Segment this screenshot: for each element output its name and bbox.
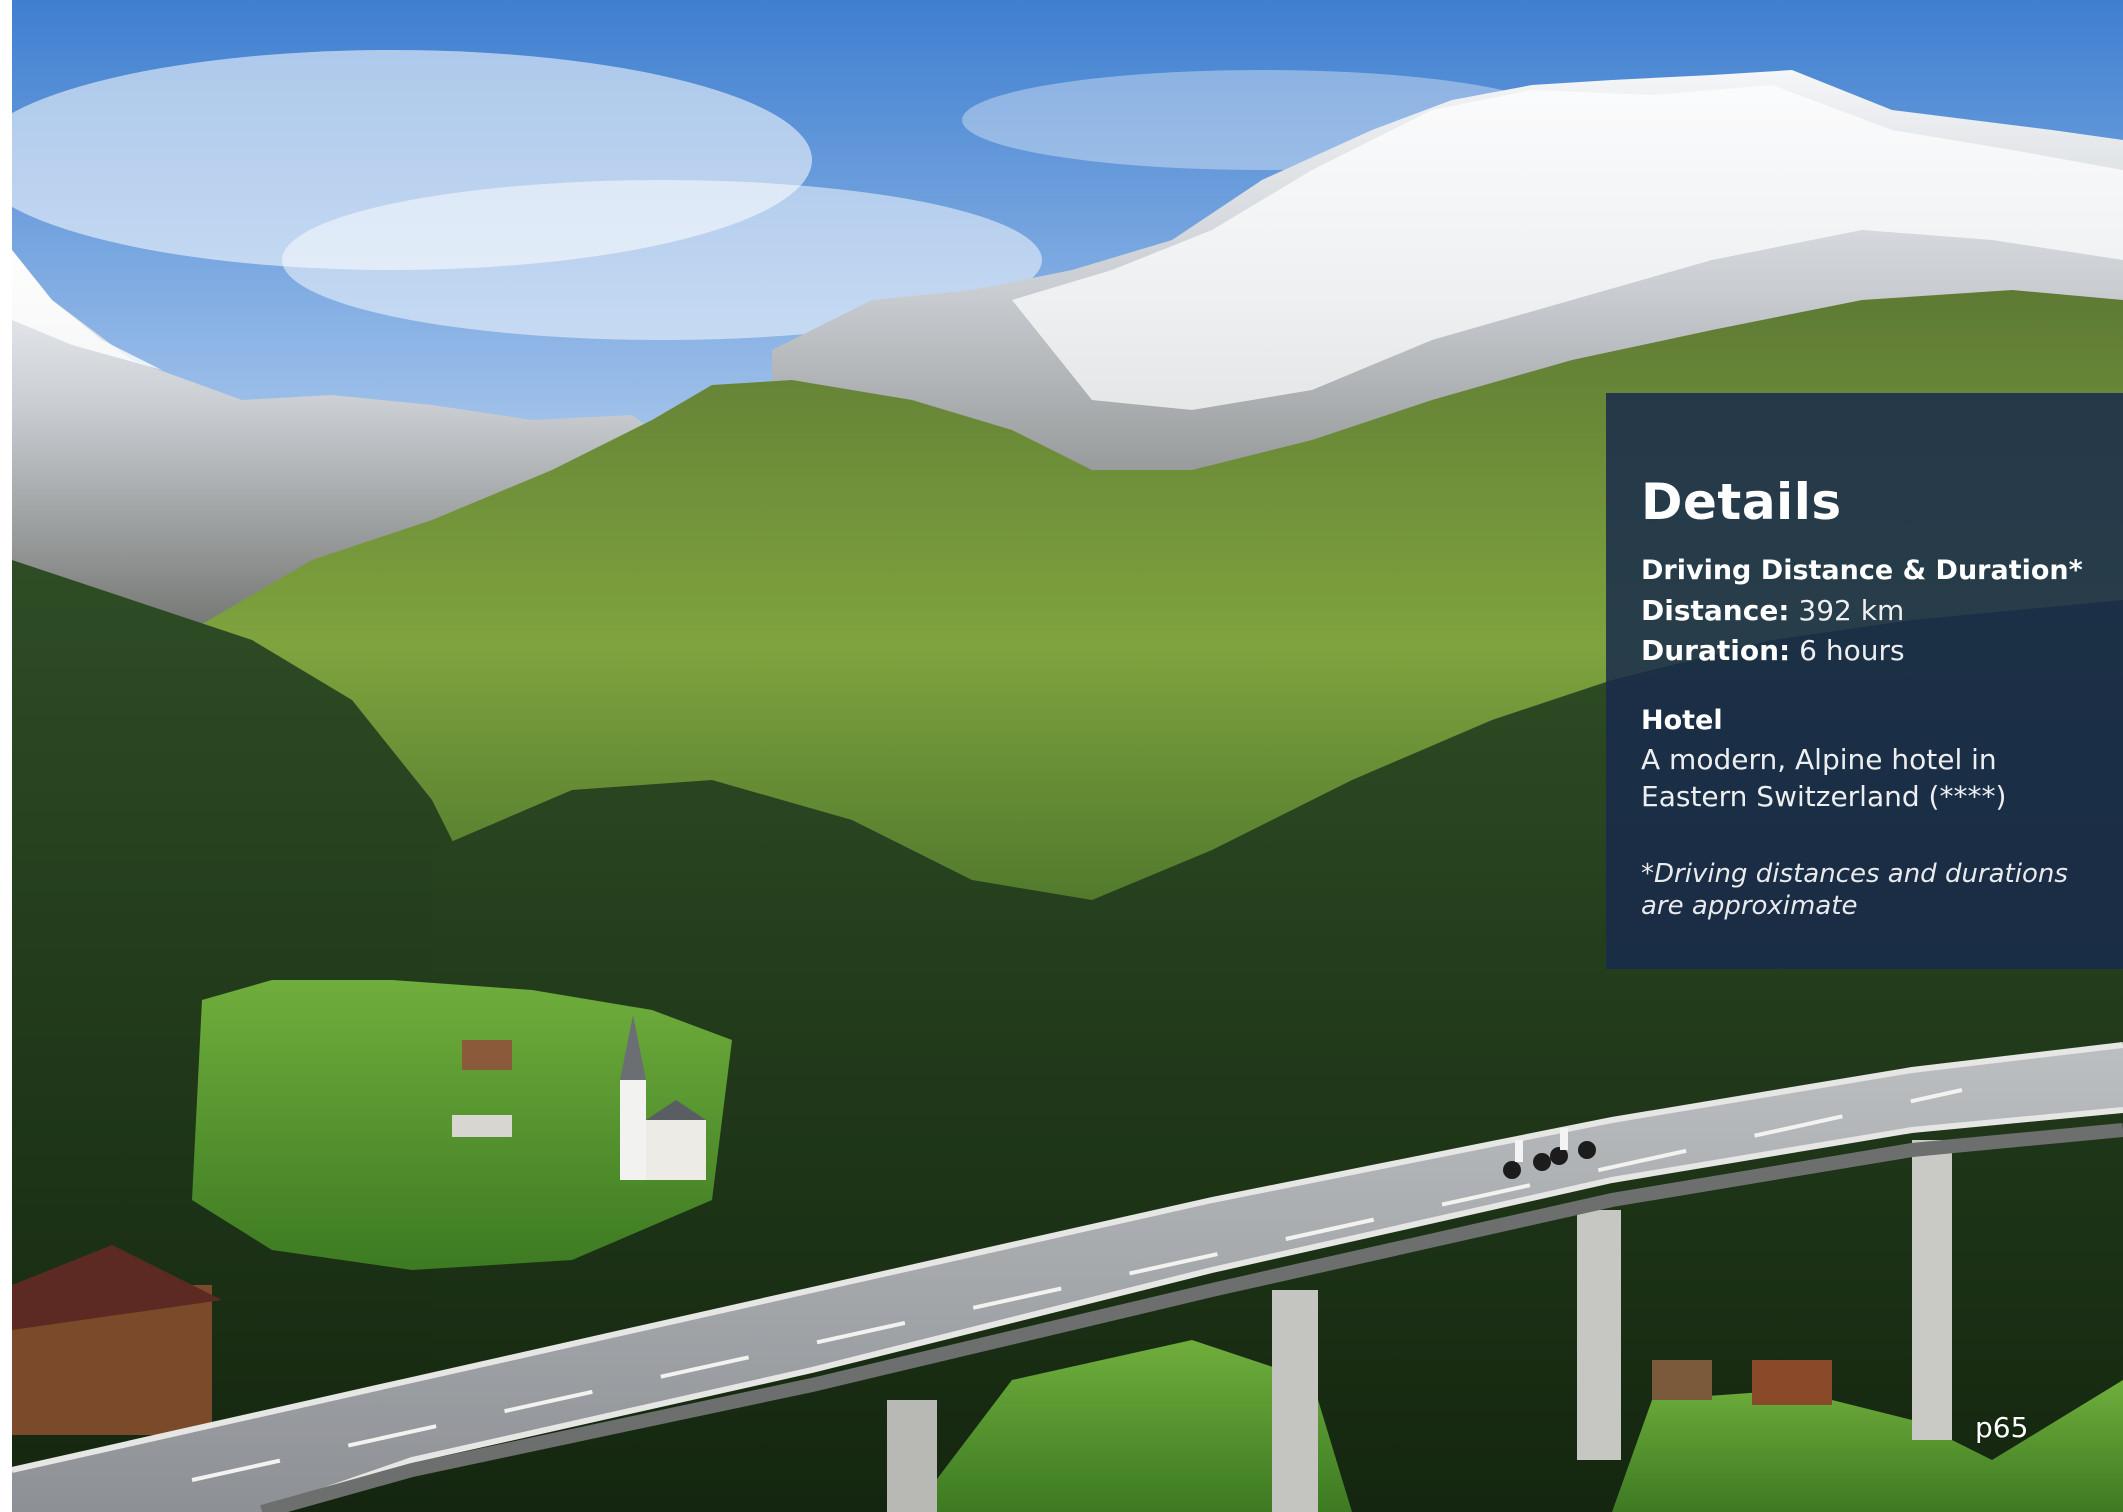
footnote-line: *Driving distances and durations xyxy=(1641,859,2068,889)
page-number: p65 xyxy=(1975,1411,2029,1444)
duration-value: 6 hours xyxy=(1799,634,1905,667)
hotel-heading: Hotel xyxy=(1641,705,1723,736)
hotel-block: Hotel A modern, Alpine hotel in Eastern … xyxy=(1641,701,2093,815)
details-panel: Details Driving Distance & Duration* Dis… xyxy=(1606,393,2123,969)
footnote-line: are approximate xyxy=(1641,891,1858,921)
hotel-description-line: A modern, Alpine hotel in xyxy=(1641,743,1997,776)
hotel-description-line: Eastern Switzerland (****) xyxy=(1641,780,2007,813)
driving-heading: Driving Distance & Duration* xyxy=(1641,555,2083,586)
distance-value: 392 km xyxy=(1798,594,1905,627)
distance-label: Distance: xyxy=(1641,594,1790,627)
duration-label: Duration: xyxy=(1641,634,1791,667)
footnote: *Driving distances and durations are app… xyxy=(1641,858,2093,922)
duration-row: Duration: 6 hours xyxy=(1641,631,2093,671)
brochure-page: Details Driving Distance & Duration* Dis… xyxy=(0,0,2123,1512)
details-title: Details xyxy=(1641,473,1842,531)
distance-row: Distance: 392 km xyxy=(1641,591,2093,631)
